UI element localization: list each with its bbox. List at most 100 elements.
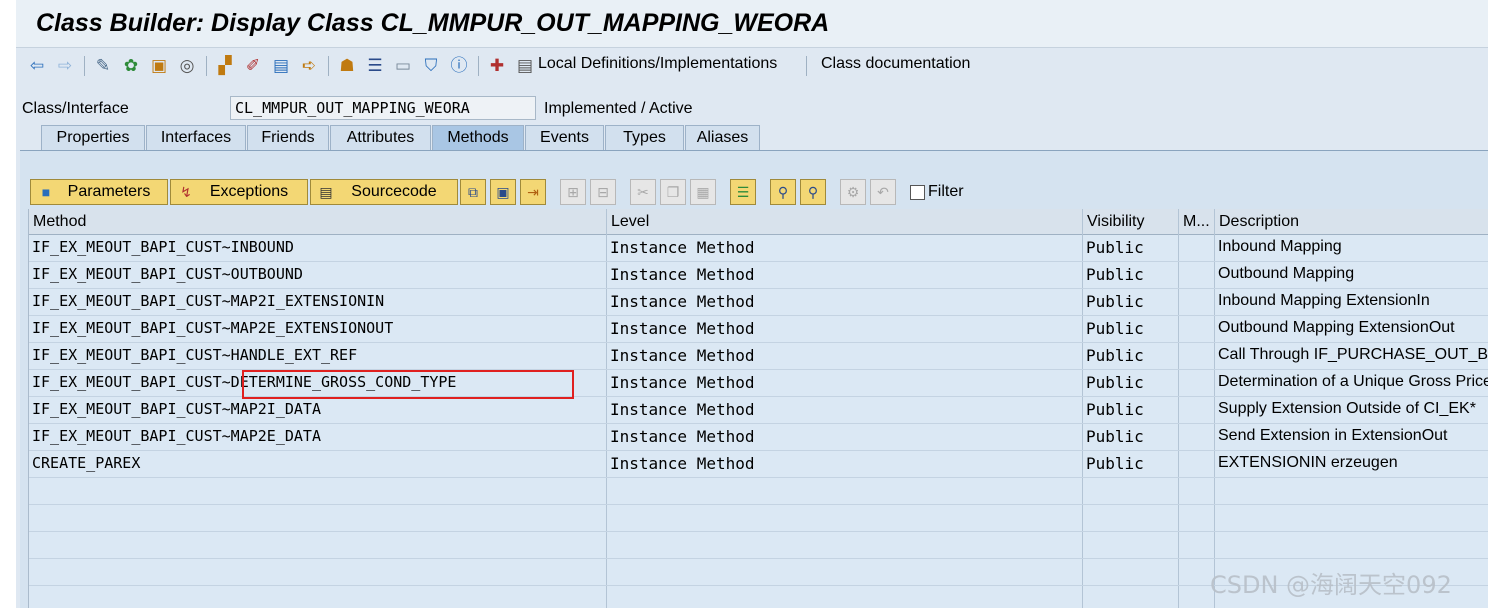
exceptions-button[interactable]: ↯ Exceptions [170,179,308,205]
class-documentation-button[interactable]: Class documentation [821,55,970,73]
window-icon[interactable]: ▭ [392,54,414,76]
toolbar-separator [806,56,807,76]
visibility-cell: Public [1086,373,1144,392]
activate-icon[interactable]: ✿ [120,54,142,76]
parameters-label: Parameters [67,183,151,200]
where-used-icon[interactable]: ▣ [148,54,170,76]
sort-icon[interactable]: ☰ [730,179,756,205]
local-definitions-icon[interactable]: ▤ [514,54,536,76]
detail-view-icon[interactable]: ⧉ [460,179,486,205]
level-cell: Instance Method [610,292,755,311]
insert-icon[interactable]: ▤ [270,54,292,76]
other-object-icon[interactable]: ✎ [92,54,114,76]
copy-row-icon[interactable]: ❐ [660,179,686,205]
title-bar: Class Builder: Display Class CL_MMPUR_OU… [16,0,1488,48]
column-header-visibility[interactable]: Visibility [1083,209,1179,235]
tab-interfaces[interactable]: Interfaces [146,125,246,150]
delete-row-icon[interactable]: ⊟ [590,179,616,205]
level-cell: Instance Method [610,265,755,284]
sourcecode-label: Sourcecode [351,183,437,200]
empty-row[interactable] [29,478,1488,505]
table-row[interactable]: IF_EX_MEOUT_BAPI_CUST~INBOUND Instance M… [29,235,1488,262]
tab-types[interactable]: Types [605,125,684,150]
tab-properties[interactable]: Properties [41,125,145,150]
methods-panel: ■ Parameters ↯ Exceptions ▤ Sourcecode ⧉… [20,151,1488,608]
empty-row[interactable] [29,532,1488,559]
column-header-description[interactable]: Description [1215,209,1488,235]
visibility-cell: Public [1086,319,1144,338]
toolbar-separator [328,56,329,76]
class-interface-row: Class/Interface CL_MMPUR_OUT_MAPPING_WEO… [16,94,1488,124]
column-header-method-type[interactable]: M... [1179,209,1215,235]
empty-row[interactable] [29,505,1488,532]
method-cell[interactable]: CREATE_PAREX [29,451,606,478]
filter-icon[interactable]: ⛉ [420,54,442,76]
column-header-level[interactable]: Level [607,209,1083,235]
exceptions-label: Exceptions [209,183,289,200]
visibility-cell: Public [1086,292,1144,311]
method-cell[interactable]: IF_EX_MEOUT_BAPI_CUST~OUTBOUND [29,262,606,289]
method-cell[interactable]: IF_EX_MEOUT_BAPI_CUST~MAP2E_EXTENSIONOUT [29,316,606,343]
cut-icon[interactable]: ✂ [630,179,656,205]
method-cell[interactable]: IF_EX_MEOUT_BAPI_CUST~DETERMINE_GROSS_CO… [29,370,606,397]
table-row[interactable]: IF_EX_MEOUT_BAPI_CUST~OUTBOUND Instance … [29,262,1488,289]
info-icon[interactable]: ⓘ [448,54,470,76]
method-cell[interactable]: IF_EX_MEOUT_BAPI_CUST~MAP2I_EXTENSIONIN [29,289,606,316]
edit-icon[interactable]: ✐ [242,54,264,76]
settings-icon[interactable]: ⚙ [840,179,866,205]
level-cell: Instance Method [610,346,755,365]
level-cell: Instance Method [610,373,755,392]
copy-icon[interactable]: ▣ [490,179,516,205]
window-left-edge [0,0,16,608]
navigate-icon[interactable]: ▞ [214,54,236,76]
filter-option[interactable]: Filter [910,183,964,201]
table-row[interactable]: IF_EX_MEOUT_BAPI_CUST~MAP2I_EXTENSIONIN … [29,289,1488,316]
local-definitions-button[interactable]: Local Definitions/Implementations [538,55,777,73]
test-icon[interactable]: ➪ [298,54,320,76]
class-interface-label: Class/Interface [22,100,129,117]
table-row[interactable]: IF_EX_MEOUT_BAPI_CUST~DETERMINE_GROSS_CO… [29,370,1488,397]
find-icon[interactable]: ⚲ [770,179,796,205]
table-row[interactable]: CREATE_PAREX Instance Method Public EXTE… [29,451,1488,478]
display-object-list-icon[interactable]: ◎ [176,54,198,76]
sourcecode-button[interactable]: ▤ Sourcecode [310,179,458,205]
forward-icon[interactable]: ⇨ [54,54,76,76]
column-header-method[interactable]: Method [29,209,607,235]
level-cell: Instance Method [610,238,755,257]
local-types-icon[interactable]: ✚ [486,54,508,76]
list-icon[interactable]: ☰ [364,54,386,76]
table-row[interactable]: IF_EX_MEOUT_BAPI_CUST~MAP2I_DATA Instanc… [29,397,1488,424]
method-cell[interactable]: IF_EX_MEOUT_BAPI_CUST~MAP2E_DATA [29,424,606,451]
filter-checkbox[interactable] [910,184,925,200]
find-next-icon[interactable]: ⚲ [800,179,826,205]
tab-friends[interactable]: Friends [247,125,329,150]
table-header: Method Level Visibility M... Description [29,209,1488,235]
table-row[interactable]: IF_EX_MEOUT_BAPI_CUST~MAP2E_EXTENSIONOUT… [29,316,1488,343]
method-cell[interactable]: IF_EX_MEOUT_BAPI_CUST~HANDLE_EXT_REF [29,343,606,370]
tab-aliases[interactable]: Aliases [685,125,760,150]
description-cell: Outbound Mapping ExtensionOut [1218,319,1455,336]
toolbar-separator [84,56,85,76]
tab-methods[interactable]: Methods [432,125,524,150]
description-cell: EXTENSIONIN erzeugen [1218,454,1398,471]
method-cell[interactable]: IF_EX_MEOUT_BAPI_CUST~MAP2I_DATA [29,397,606,424]
paste-icon[interactable]: ▦ [690,179,716,205]
watermark: CSDN @海阔天空092 [1210,571,1452,599]
method-cell[interactable]: IF_EX_MEOUT_BAPI_CUST~INBOUND [29,235,606,262]
table-row[interactable]: IF_EX_MEOUT_BAPI_CUST~MAP2E_DATA Instanc… [29,424,1488,451]
level-cell: Instance Method [610,427,755,446]
visibility-cell: Public [1086,265,1144,284]
tab-events[interactable]: Events [525,125,604,150]
move-icon[interactable]: ⇥ [520,179,546,205]
parameters-button[interactable]: ■ Parameters [30,179,168,205]
class-interface-field[interactable]: CL_MMPUR_OUT_MAPPING_WEORA [230,96,536,120]
visibility-cell: Public [1086,346,1144,365]
insert-row-icon[interactable]: ⊞ [560,179,586,205]
hierarchy-icon[interactable]: ☗ [336,54,358,76]
table-row[interactable]: IF_EX_MEOUT_BAPI_CUST~HANDLE_EXT_REF Ins… [29,343,1488,370]
undo-icon[interactable]: ↶ [870,179,896,205]
visibility-cell: Public [1086,238,1144,257]
back-icon[interactable]: ⇦ [26,54,48,76]
tab-attributes[interactable]: Attributes [330,125,431,150]
sourcecode-icon: ▤ [319,183,333,200]
